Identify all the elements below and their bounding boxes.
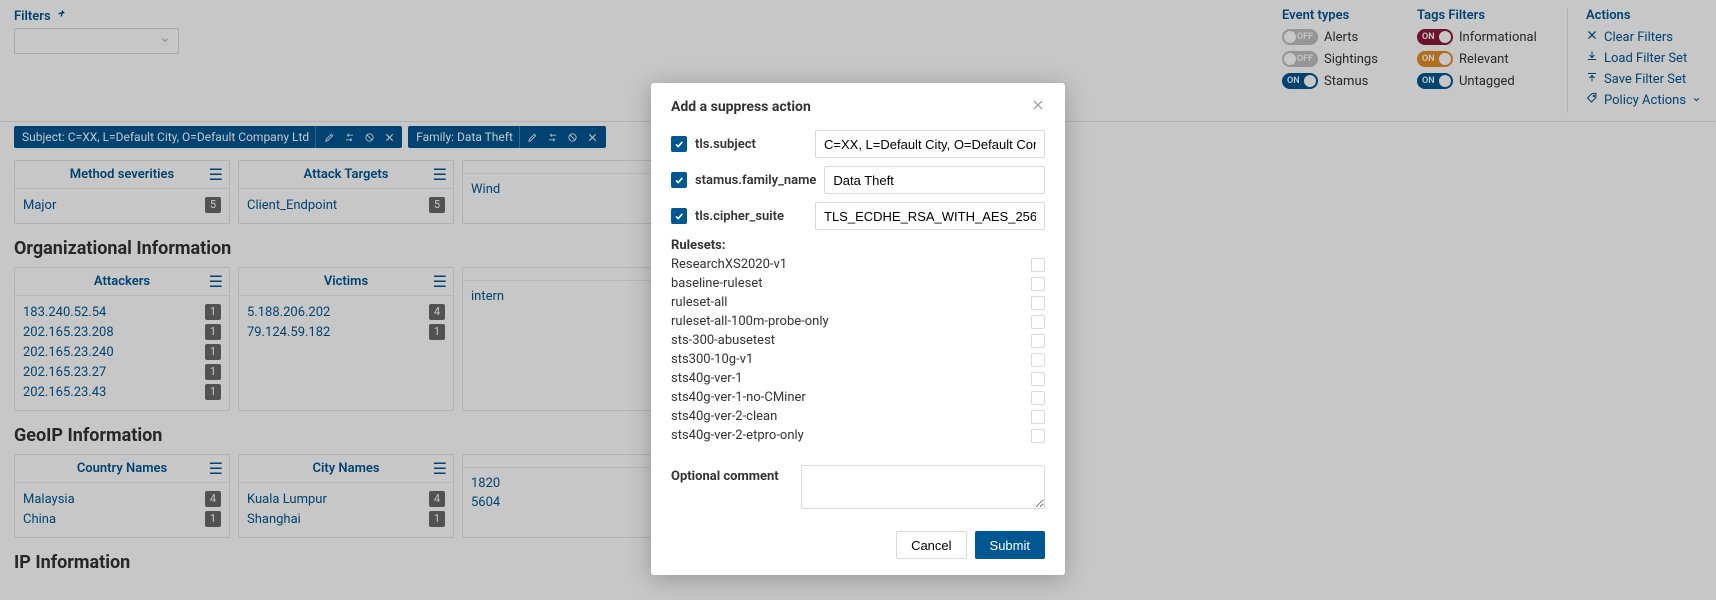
ruleset-row: sts40g-ver-2-clean bbox=[671, 407, 1045, 426]
suppress-action-modal: Add a suppress action tls.subject stamus… bbox=[651, 83, 1065, 575]
ruleset-row: sts40g-ver-1-no-CMiner bbox=[671, 388, 1045, 407]
ruleset-name: baseline-ruleset bbox=[671, 276, 762, 291]
ruleset-row: ResearchXS2020-v1 bbox=[671, 255, 1045, 274]
ruleset-checkbox[interactable] bbox=[1031, 353, 1045, 367]
ruleset-name: sts40g-ver-2-etpro-only bbox=[671, 428, 804, 443]
submit-button[interactable]: Submit bbox=[975, 531, 1045, 559]
ruleset-name: sts-300-abusetest bbox=[671, 333, 775, 348]
ruleset-checkbox[interactable] bbox=[1031, 277, 1045, 291]
checkbox-stamus.family_name[interactable] bbox=[671, 172, 687, 188]
field-input-tls.subject[interactable] bbox=[815, 130, 1045, 158]
ruleset-row: ruleset-all bbox=[671, 293, 1045, 312]
ruleset-checkbox[interactable] bbox=[1031, 296, 1045, 310]
field-input-tls.cipher_suite[interactable] bbox=[815, 202, 1045, 230]
modal-title: Add a suppress action bbox=[671, 99, 811, 115]
ruleset-name: sts40g-ver-2-clean bbox=[671, 409, 777, 424]
ruleset-name: sts300-10g-v1 bbox=[671, 352, 753, 367]
ruleset-name: ruleset-all bbox=[671, 295, 727, 310]
ruleset-row: sts40g-ver-2-etpro-only bbox=[671, 426, 1045, 445]
ruleset-checkbox[interactable] bbox=[1031, 391, 1045, 405]
ruleset-name: ResearchXS2020-v1 bbox=[671, 257, 787, 272]
ruleset-name: sts40g-ver-1-no-CMiner bbox=[671, 390, 806, 405]
ruleset-checkbox[interactable] bbox=[1031, 429, 1045, 443]
ruleset-checkbox[interactable] bbox=[1031, 410, 1045, 424]
checkbox-tls.subject[interactable] bbox=[671, 136, 687, 152]
checkbox-tls.cipher_suite[interactable] bbox=[671, 208, 687, 224]
ruleset-row: baseline-ruleset bbox=[671, 274, 1045, 293]
ruleset-row: sts40g-ver-1 bbox=[671, 369, 1045, 388]
field-label: stamus.family_name bbox=[695, 173, 816, 188]
ruleset-row: sts-300-abusetest bbox=[671, 331, 1045, 350]
ruleset-row: ruleset-all-100m-probe-only bbox=[671, 312, 1045, 331]
ruleset-name: ruleset-all-100m-probe-only bbox=[671, 314, 829, 329]
ruleset-checkbox[interactable] bbox=[1031, 372, 1045, 386]
optional-comment-input[interactable] bbox=[801, 465, 1045, 509]
rulesets-heading: Rulesets: bbox=[671, 238, 1045, 253]
optional-comment-label: Optional comment bbox=[671, 465, 791, 484]
ruleset-checkbox[interactable] bbox=[1031, 315, 1045, 329]
ruleset-checkbox[interactable] bbox=[1031, 334, 1045, 348]
ruleset-name: sts40g-ver-1 bbox=[671, 371, 743, 386]
field-label: tls.subject bbox=[695, 137, 807, 152]
cancel-button[interactable]: Cancel bbox=[896, 531, 966, 559]
field-label: tls.cipher_suite bbox=[695, 209, 807, 224]
ruleset-row: sts300-10g-v1 bbox=[671, 350, 1045, 369]
ruleset-checkbox[interactable] bbox=[1031, 258, 1045, 272]
field-input-stamus.family_name[interactable] bbox=[824, 166, 1045, 194]
close-icon[interactable] bbox=[1031, 97, 1045, 116]
